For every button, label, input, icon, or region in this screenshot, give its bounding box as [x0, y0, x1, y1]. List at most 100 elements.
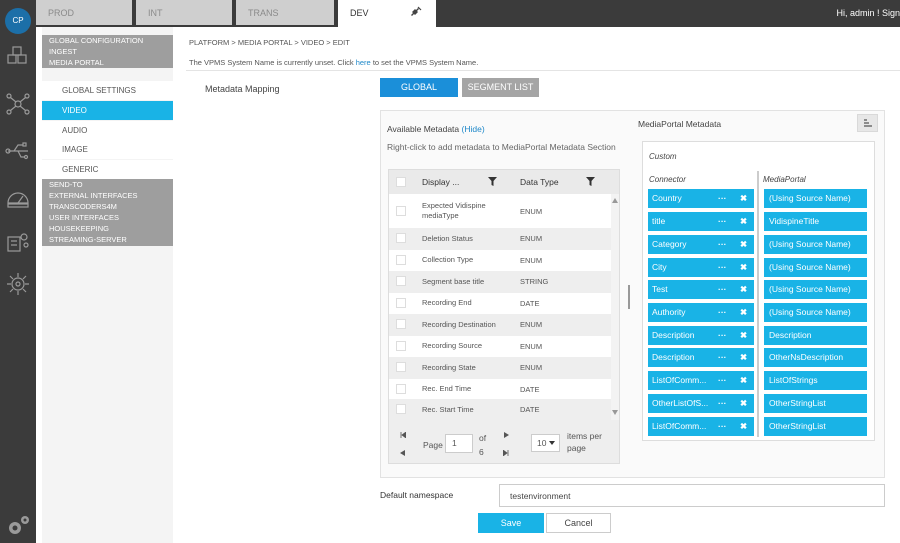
nav-item-user-interfaces[interactable]: USER INTERFACES	[42, 212, 173, 223]
row-checkbox[interactable]	[396, 276, 406, 286]
table-row[interactable]: Collection Type ENUM	[389, 250, 611, 272]
nav-item-image[interactable]: IMAGE	[42, 140, 173, 159]
set-system-name-link[interactable]: here	[356, 58, 371, 67]
connector-field-pill[interactable]: Authority ··· ✖	[648, 303, 754, 322]
env-tab-int[interactable]: INT	[136, 0, 232, 25]
table-row[interactable]: Rec. End Time DATE	[389, 379, 611, 401]
mediaportal-field-pill[interactable]: Description	[764, 326, 867, 345]
mediaportal-field-pill[interactable]: OtherStringList	[764, 394, 867, 413]
transcoder-icon[interactable]	[4, 229, 32, 257]
nav-item-global-settings[interactable]: GLOBAL SETTINGS	[42, 81, 173, 100]
column-display-name[interactable]: Display ...	[422, 177, 459, 187]
mediaportal-field-pill[interactable]: OtherStringList	[764, 417, 867, 436]
connector-field-pill[interactable]: Country ··· ✖	[648, 189, 754, 208]
connector-field-pill[interactable]: Test ··· ✖	[648, 280, 754, 299]
dashboard-icon[interactable]	[4, 183, 32, 211]
row-checkbox[interactable]	[396, 340, 406, 351]
next-page-icon[interactable]	[504, 432, 509, 438]
connector-field-pill[interactable]: title ··· ✖	[648, 212, 754, 231]
close-icon[interactable]: ✖	[740, 258, 747, 277]
mediaportal-field-pill[interactable]: ListOfStrings	[764, 371, 867, 390]
close-icon[interactable]: ✖	[740, 371, 747, 390]
mediaportal-field-pill[interactable]: OtherNsDescription	[764, 348, 867, 367]
gears-icon[interactable]	[4, 512, 32, 540]
settings-circle-icon[interactable]	[4, 270, 32, 298]
more-icon[interactable]: ···	[718, 348, 727, 367]
connector-field-pill[interactable]: City ··· ✖	[648, 258, 754, 277]
connector-field-pill[interactable]: Description ··· ✖	[648, 348, 754, 367]
row-checkbox[interactable]	[396, 254, 406, 265]
table-row[interactable]: Recording Destination ENUM	[389, 314, 611, 336]
mediaportal-field-pill[interactable]: VidispineTitle	[764, 212, 867, 231]
mediaportal-field-pill[interactable]: (Using Source Name)	[764, 189, 867, 208]
mediaportal-field-pill[interactable]: (Using Source Name)	[764, 303, 867, 322]
cancel-button[interactable]: Cancel	[546, 513, 611, 533]
nav-item-media-portal[interactable]: MEDIA PORTAL	[42, 57, 173, 68]
filter-icon[interactable]	[586, 177, 595, 186]
nav-item-video[interactable]: VIDEO	[42, 101, 173, 120]
row-checkbox[interactable]	[396, 383, 406, 394]
nav-item-housekeeping[interactable]: HOUSEKEEPING	[42, 223, 173, 234]
nav-item-send-to[interactable]: SEND-TO	[42, 179, 173, 190]
close-icon[interactable]: ✖	[740, 280, 747, 299]
env-tab-dev[interactable]: DEV	[338, 0, 436, 27]
close-icon[interactable]: ✖	[740, 212, 747, 231]
connector-field-pill[interactable]: Category ··· ✖	[648, 235, 754, 254]
more-icon[interactable]: ···	[718, 326, 727, 345]
panel-splitter[interactable]	[628, 285, 630, 309]
mediaportal-field-pill[interactable]: (Using Source Name)	[764, 235, 867, 254]
more-icon[interactable]: ···	[718, 280, 727, 299]
nav-item-ingest[interactable]: INGEST	[42, 46, 173, 57]
row-checkbox[interactable]	[396, 206, 406, 216]
nav-item-streaming-server[interactable]: STREAMING-SERVER	[42, 234, 173, 245]
scroll-down-icon[interactable]	[612, 410, 618, 415]
prev-page-icon[interactable]	[400, 450, 405, 456]
mediaportal-field-pill[interactable]: (Using Source Name)	[764, 258, 867, 277]
page-number-input[interactable]: 1	[445, 434, 473, 453]
filter-icon[interactable]	[488, 177, 497, 186]
env-tab-trans[interactable]: TRANS	[236, 0, 334, 25]
save-button[interactable]: Save	[478, 513, 544, 533]
mediaportal-field-pill[interactable]: (Using Source Name)	[764, 280, 867, 299]
table-row[interactable]: Expected Vidispine mediaType ENUM	[389, 194, 611, 228]
close-icon[interactable]: ✖	[740, 235, 747, 254]
more-icon[interactable]: ···	[718, 417, 727, 436]
select-all-checkbox[interactable]	[396, 177, 406, 187]
close-icon[interactable]: ✖	[740, 394, 747, 413]
table-row[interactable]: Recording End DATE	[389, 293, 611, 315]
page-size-select[interactable]: 10	[531, 434, 560, 452]
global-button[interactable]: GLOBAL	[380, 78, 458, 97]
cubes-icon[interactable]	[4, 43, 32, 71]
row-checkbox[interactable]	[396, 404, 406, 414]
first-page-icon[interactable]	[400, 432, 406, 438]
grid-scrollbar[interactable]	[611, 194, 619, 420]
table-row[interactable]: Rec. Start Time DATE	[389, 399, 611, 420]
nav-item-global-configuration[interactable]: GLOBAL CONFIGURATION	[42, 35, 173, 46]
table-row[interactable]: Recording Source ENUM	[389, 336, 611, 358]
nav-item-generic[interactable]: GENERIC	[42, 160, 173, 179]
env-tab-prod[interactable]: PROD	[36, 0, 132, 25]
scroll-up-icon[interactable]	[612, 198, 618, 203]
more-icon[interactable]: ···	[718, 258, 727, 277]
connector-field-pill[interactable]: ListOfComm... ··· ✖	[648, 417, 754, 436]
row-checkbox[interactable]	[396, 233, 406, 243]
column-data-type[interactable]: Data Type	[520, 177, 559, 187]
nav-item-audio[interactable]: AUDIO	[42, 121, 173, 140]
table-row[interactable]: Segment base title STRING	[389, 271, 611, 293]
more-icon[interactable]: ···	[718, 371, 727, 390]
table-row[interactable]: Deletion Status ENUM	[389, 228, 611, 250]
connector-field-pill[interactable]: ListOfComm... ··· ✖	[648, 371, 754, 390]
default-namespace-input[interactable]	[499, 484, 885, 507]
close-icon[interactable]: ✖	[740, 417, 747, 436]
more-icon[interactable]: ···	[718, 189, 727, 208]
sort-button[interactable]	[857, 114, 878, 132]
table-row[interactable]: Recording State ENUM	[389, 357, 611, 379]
last-page-icon[interactable]	[503, 450, 509, 456]
more-icon[interactable]: ···	[718, 303, 727, 322]
network-icon[interactable]	[4, 90, 32, 118]
row-checkbox[interactable]	[396, 319, 406, 329]
connector-field-pill[interactable]: OtherListOfS... ··· ✖	[648, 394, 754, 413]
close-icon[interactable]: ✖	[740, 348, 747, 367]
segment-list-button[interactable]: SEGMENT LIST	[462, 78, 539, 97]
close-icon[interactable]: ✖	[740, 303, 747, 322]
